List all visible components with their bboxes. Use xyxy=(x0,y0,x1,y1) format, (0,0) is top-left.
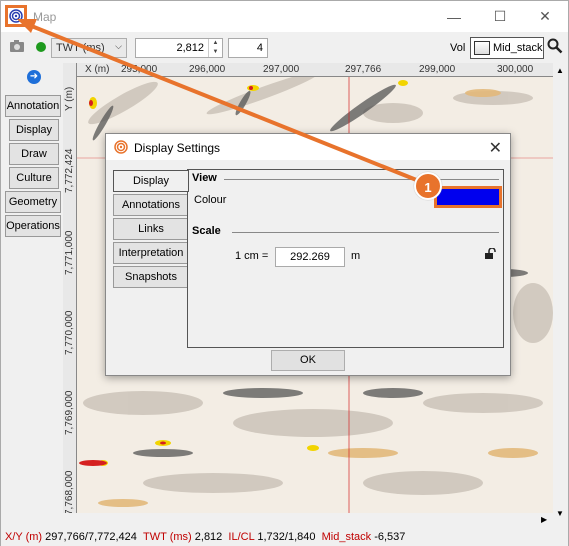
tab-display[interactable]: Display xyxy=(113,170,189,192)
map-window: Map — ☐ ✕ TWT (ms) ⌵ 2,812 ▲ ▼ 4 Vol Mid_… xyxy=(0,0,569,546)
callout-arrow xyxy=(17,19,420,183)
step-callout-badge: 1 xyxy=(414,172,442,200)
